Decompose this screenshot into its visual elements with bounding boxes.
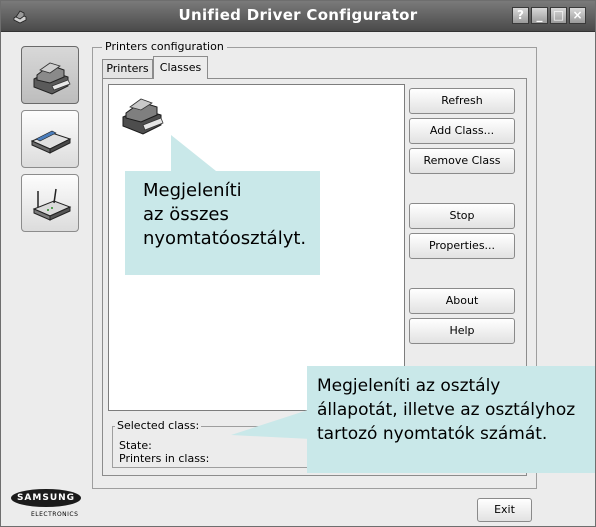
selected-class-title: Selected class: bbox=[115, 419, 202, 432]
status-callout: Megjeleníti az osztály állapotát, illetv… bbox=[307, 366, 595, 473]
stop-button[interactable]: Stop bbox=[409, 203, 515, 229]
sidebar-item-printers[interactable] bbox=[21, 46, 79, 104]
help-window-button[interactable]: ? bbox=[512, 7, 529, 24]
maximize-button[interactable]: □ bbox=[550, 7, 567, 24]
list-callout-line-3: nyomtatóosztályt. bbox=[143, 228, 307, 249]
callout-pointer bbox=[171, 135, 221, 175]
remove-class-button[interactable]: Remove Class bbox=[409, 148, 515, 174]
state-label: State: bbox=[119, 439, 152, 452]
tab-printers[interactable]: Printers bbox=[102, 59, 153, 78]
status-callout-line-2: állapotát, illetve az osztályhoz bbox=[317, 400, 576, 420]
status-callout-line-3: tartozó nyomtatók számát. bbox=[317, 424, 548, 444]
scanner-icon bbox=[30, 130, 72, 154]
sidebar-item-scanners[interactable] bbox=[21, 110, 79, 168]
status-callout-line-1: Megjeleníti az osztály bbox=[317, 376, 501, 396]
printer-class-icon[interactable] bbox=[117, 89, 169, 141]
printer-icon bbox=[33, 62, 71, 95]
refresh-button[interactable]: Refresh bbox=[409, 88, 515, 114]
printers-in-class-label: Printers in class: bbox=[119, 452, 210, 465]
properties-button[interactable]: Properties... bbox=[409, 233, 515, 259]
minimize-button[interactable]: _ bbox=[531, 7, 548, 24]
window-title: Unified Driver Configurator bbox=[178, 6, 418, 24]
port-icon bbox=[32, 188, 72, 221]
samsung-logo: SAMSUNG bbox=[11, 489, 81, 507]
list-callout-line-1: Megjeleníti bbox=[143, 180, 242, 201]
exit-button[interactable]: Exit bbox=[477, 498, 532, 522]
app-window: Unified Driver Configurator ? _ □ × Prin… bbox=[0, 0, 596, 527]
list-callout-line-2: az összes bbox=[143, 204, 229, 225]
close-button[interactable]: × bbox=[569, 7, 586, 24]
group-title: Printers configuration bbox=[102, 40, 227, 53]
title-bar: Unified Driver Configurator ? _ □ × bbox=[1, 1, 595, 32]
sidebar-item-ports[interactable] bbox=[21, 174, 79, 232]
samsung-logo-subtitle: ELECTRONICS bbox=[31, 511, 79, 518]
help-button[interactable]: Help bbox=[409, 318, 515, 344]
add-class-button[interactable]: Add Class... bbox=[409, 118, 515, 144]
status-callout-pointer bbox=[231, 409, 311, 439]
list-callout: Megjeleníti az összes nyomtatóosztályt. bbox=[125, 171, 320, 275]
tab-classes[interactable]: Classes bbox=[153, 56, 208, 79]
about-button[interactable]: About bbox=[409, 288, 515, 314]
